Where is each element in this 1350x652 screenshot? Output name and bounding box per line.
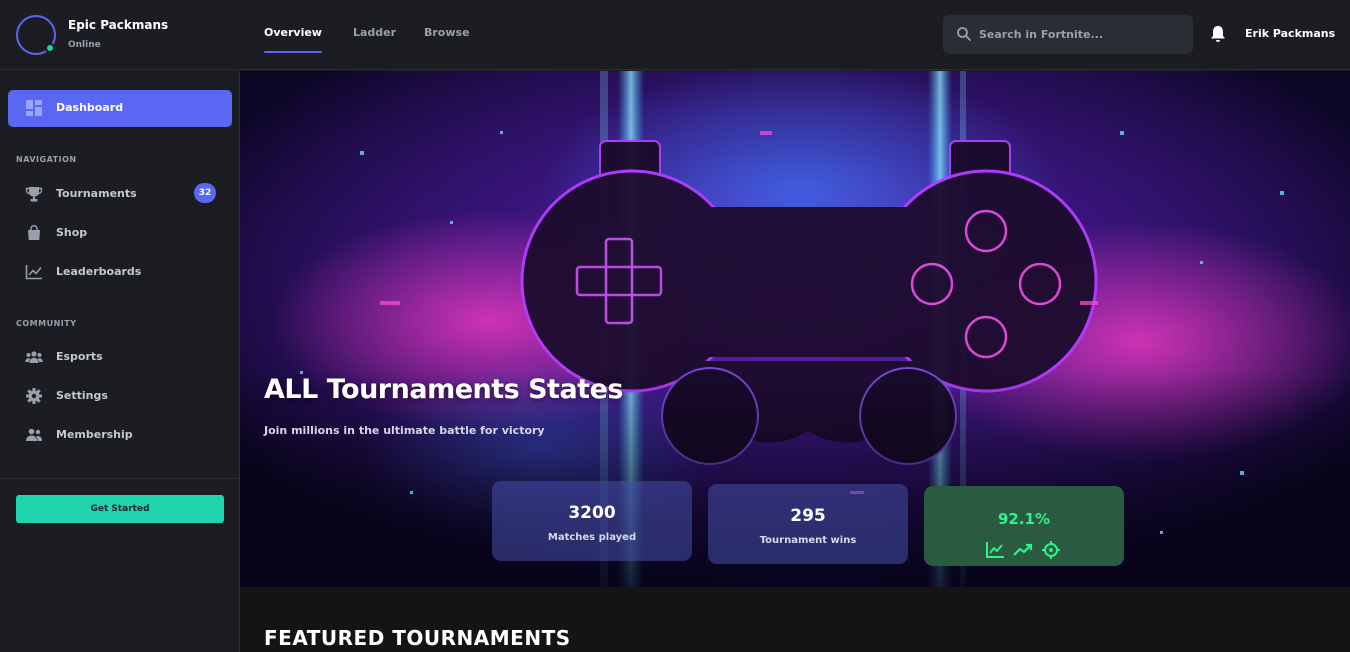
- bell-icon[interactable]: [1208, 24, 1228, 44]
- stat-card-matches: 3200 Matches played: [492, 481, 692, 561]
- tab-overview[interactable]: Overview: [264, 26, 322, 53]
- stat-card-win-rate: 92.1%: [924, 486, 1124, 566]
- stat-value: 92.1%: [997, 510, 1051, 528]
- tab-overview-label: Overview: [264, 26, 322, 39]
- sidebar-item-shop[interactable]: Shop: [16, 218, 232, 248]
- stat-icons-row: [924, 541, 1124, 561]
- sidebar-item-label: Esports: [56, 350, 103, 363]
- sidebar-item-dashboard[interactable]: Dashboard: [8, 90, 232, 127]
- chart-line-icon[interactable]: [985, 541, 1005, 559]
- sidebar-item-settings[interactable]: Settings: [16, 381, 232, 411]
- online-status-dot: [45, 43, 55, 53]
- search-input[interactable]: [979, 15, 1184, 54]
- stat-value: 3200: [568, 503, 616, 523]
- hero-banner: ALL Tournaments States Join millions in …: [240, 71, 1350, 587]
- dashboard-grid-icon: [26, 100, 42, 116]
- active-tab-indicator: [264, 51, 322, 53]
- top-bar: Epic Packmans Online Overview Ladder Bro…: [0, 0, 1350, 70]
- search-icon: [957, 27, 971, 41]
- tab-ladder[interactable]: Ladder: [353, 26, 396, 39]
- profile-status: Online: [68, 40, 101, 50]
- stat-label: Matches played: [547, 532, 637, 543]
- tab-ladder-label: Ladder: [353, 26, 397, 39]
- hero-title: ALL Tournaments States: [264, 374, 623, 405]
- tournaments-count-badge: 32: [194, 183, 216, 203]
- app-root: Epic Packmans Online Overview Ladder Bro…: [0, 0, 1350, 652]
- section-title-navigation: NAVIGATION: [16, 155, 77, 164]
- sidebar-item-tournaments[interactable]: Tournaments 32: [16, 179, 232, 209]
- sidebar-item-label: Settings: [56, 389, 108, 402]
- user-group-icon: [26, 428, 42, 441]
- trending-up-icon[interactable]: [1013, 541, 1033, 559]
- trophy-icon: [25, 187, 43, 202]
- sidebar-item-label: Dashboard: [56, 101, 124, 114]
- crosshair-icon[interactable]: [1041, 541, 1061, 559]
- section-title-community: COMMUNITY: [16, 319, 77, 328]
- sidebar-item-label: Leaderboards: [56, 265, 142, 278]
- profile-name: Epic Packmans: [68, 18, 169, 32]
- tab-browse[interactable]: Browse: [424, 26, 470, 39]
- profile-block[interactable]: Epic Packmans Online: [16, 15, 236, 55]
- users-icon: [25, 351, 43, 363]
- sidebar-item-label: Membership: [56, 428, 133, 441]
- shopping-bag-icon: [28, 225, 40, 240]
- chart-line-icon: [25, 265, 42, 280]
- search-bar[interactable]: [943, 15, 1193, 54]
- stat-label: Tournament wins: [759, 535, 857, 546]
- stat-card-wins: 295 Tournament wins: [708, 484, 908, 564]
- get-started-button[interactable]: Get Started: [16, 495, 224, 523]
- sidebar-divider: [0, 478, 240, 479]
- user-name[interactable]: Erik Packmans: [1245, 27, 1335, 40]
- sidebar-item-esports[interactable]: Esports: [16, 342, 232, 372]
- sidebar-item-membership[interactable]: Membership: [16, 420, 232, 450]
- sidebar-item-leaderboards[interactable]: Leaderboards: [16, 257, 232, 287]
- hero-subtitle: Join millions in the ultimate battle for…: [264, 424, 545, 437]
- stat-value: 295: [790, 506, 826, 526]
- featured-section: FEATURED TOURNAMENTS: [240, 587, 1350, 652]
- gear-icon: [26, 388, 42, 404]
- sidebar-item-label: Shop: [56, 226, 88, 239]
- featured-title: FEATURED TOURNAMENTS: [264, 626, 571, 650]
- sidebar: Dashboard NAVIGATION Tournaments 32 Shop: [0, 71, 240, 652]
- sidebar-item-label: Tournaments: [56, 187, 137, 200]
- tab-browse-label: Browse: [424, 26, 470, 39]
